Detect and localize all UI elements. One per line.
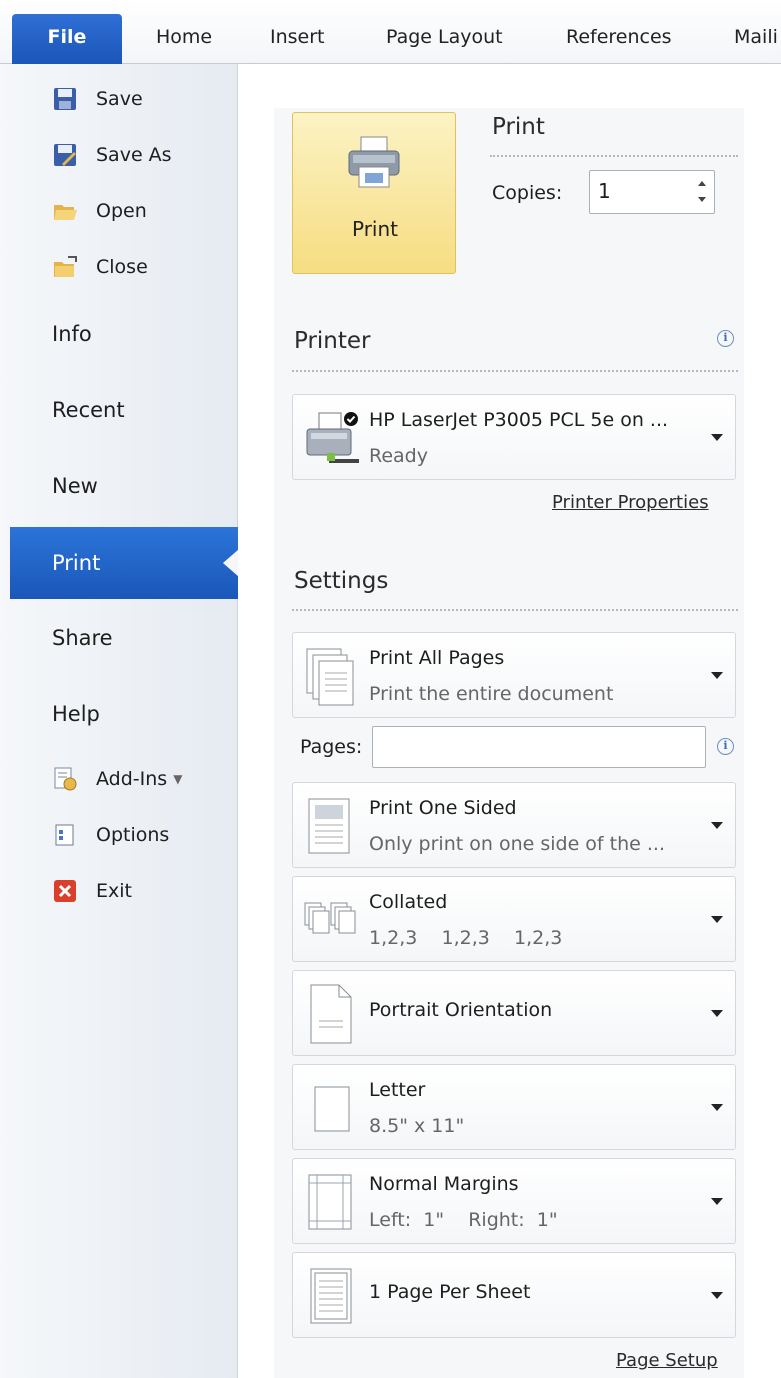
tab-file[interactable]: File <box>12 14 122 64</box>
copies-spinner[interactable]: 1 <box>589 170 715 214</box>
dropdown-arrow-icon <box>711 916 723 923</box>
nav-save-label: Save <box>96 88 143 110</box>
pages-label: Pages: <box>300 736 363 758</box>
dropdown-arrow-icon <box>711 1198 723 1205</box>
tab-references[interactable]: References <box>566 14 672 64</box>
print-button-label: Print <box>351 217 398 241</box>
print-range-subtitle: Print the entire document <box>369 683 614 705</box>
spin-down-icon[interactable] <box>698 197 706 202</box>
nav-save-as[interactable]: Save As <box>52 140 172 170</box>
printer-name: HP LaserJet P3005 PCL 5e on ... <box>369 409 669 431</box>
print-button[interactable]: Print <box>292 112 456 274</box>
nav-add-ins-label: Add-Ins <box>96 768 168 790</box>
dropdown-arrow-icon <box>711 434 723 441</box>
nav-close[interactable]: Close <box>52 252 148 282</box>
sides-dropdown[interactable]: Print One Sided Only print on one side o… <box>292 782 736 868</box>
open-folder-icon <box>52 198 78 224</box>
nav-close-label: Close <box>96 256 148 278</box>
collation-title: Collated <box>369 891 448 913</box>
spin-up-icon[interactable] <box>698 181 706 186</box>
nav-save-as-label: Save As <box>96 144 172 166</box>
pages-info-icon[interactable]: i <box>717 738 734 755</box>
divider <box>490 155 738 157</box>
add-ins-icon <box>52 766 78 792</box>
save-icon <box>52 86 78 112</box>
nav-info[interactable]: Info <box>52 322 92 346</box>
divider <box>292 370 738 372</box>
dropdown-arrow-icon <box>711 672 723 679</box>
margins-subtitle: Left: 1" Right: 1" <box>369 1209 558 1231</box>
nav-recent[interactable]: Recent <box>52 398 125 422</box>
collation-dropdown[interactable]: Collated 1,2,3 1,2,3 1,2,3 <box>292 876 736 962</box>
paper-size-icon <box>314 1086 350 1132</box>
backstage-nav: Save Save As Open Close Info Recent New … <box>0 64 239 1378</box>
settings-heading: Settings <box>294 568 389 594</box>
nav-print-label: Print <box>52 551 101 575</box>
tab-mailings[interactable]: Maili <box>734 14 778 64</box>
portrait-icon <box>310 984 352 1044</box>
pages-per-sheet-icon <box>310 1268 352 1324</box>
nav-exit[interactable]: Exit <box>52 876 132 906</box>
pages-per-sheet-title: 1 Page Per Sheet <box>369 1281 531 1303</box>
ribbon-tab-bar: File Home Insert Page Layout References … <box>0 0 781 64</box>
nav-print[interactable]: Print <box>10 527 239 599</box>
paper-size-title: Letter <box>369 1079 426 1101</box>
save-as-icon <box>52 142 78 168</box>
nav-options-label: Options <box>96 824 170 846</box>
page-setup-link[interactable]: Page Setup <box>616 1350 718 1371</box>
print-heading: Print <box>492 114 545 140</box>
printer-properties-link[interactable]: Printer Properties <box>552 492 709 513</box>
print-pane: Print Print Copies: 1 Printer i HP Laser… <box>238 64 781 1378</box>
orientation-dropdown[interactable]: Portrait Orientation <box>292 970 736 1056</box>
tab-home[interactable]: Home <box>156 14 212 64</box>
tab-insert[interactable]: Insert <box>270 14 325 64</box>
nav-open[interactable]: Open <box>52 196 147 226</box>
selected-notch <box>223 549 239 577</box>
printer-status: Ready <box>369 445 428 467</box>
dropdown-arrow-icon <box>711 822 723 829</box>
printer-heading: Printer <box>294 328 371 354</box>
divider <box>292 609 738 611</box>
paper-size-dropdown[interactable]: Letter 8.5" x 11" <box>292 1064 736 1150</box>
printer-device-icon <box>306 412 359 463</box>
orientation-title: Portrait Orientation <box>369 999 553 1021</box>
pages-input[interactable] <box>372 726 706 768</box>
dropdown-arrow-icon: ▼ <box>173 772 183 786</box>
copies-label: Copies: <box>492 182 563 204</box>
margins-title: Normal Margins <box>369 1173 519 1195</box>
options-icon <box>52 822 78 848</box>
all-pages-icon <box>306 648 354 706</box>
collated-icon <box>304 902 356 934</box>
dropdown-arrow-icon <box>711 1010 723 1017</box>
pages-per-sheet-dropdown[interactable]: 1 Page Per Sheet <box>292 1252 736 1338</box>
nav-save[interactable]: Save <box>52 84 143 114</box>
printer-icon <box>348 136 400 188</box>
tab-page-layout[interactable]: Page Layout <box>386 14 503 64</box>
paper-size-subtitle: 8.5" x 11" <box>369 1115 465 1137</box>
nav-exit-label: Exit <box>96 880 132 902</box>
print-range-dropdown[interactable]: Print All Pages Print the entire documen… <box>292 632 736 718</box>
one-sided-icon <box>308 798 350 854</box>
nav-options[interactable]: Options <box>52 820 169 850</box>
print-range-title: Print All Pages <box>369 647 505 669</box>
collation-subtitle: 1,2,3 1,2,3 1,2,3 <box>369 927 563 949</box>
nav-new[interactable]: New <box>52 474 98 498</box>
nav-open-label: Open <box>96 200 147 222</box>
copies-value: 1 <box>598 179 611 203</box>
close-folder-icon <box>52 254 78 280</box>
nav-help[interactable]: Help <box>52 702 100 726</box>
printer-info-icon[interactable]: i <box>717 330 734 347</box>
exit-icon <box>52 878 78 904</box>
margins-icon <box>308 1174 352 1230</box>
nav-share[interactable]: Share <box>52 626 113 650</box>
dropdown-arrow-icon <box>711 1292 723 1299</box>
dropdown-arrow-icon <box>711 1104 723 1111</box>
printer-dropdown[interactable]: HP LaserJet P3005 PCL 5e on ... Ready <box>292 394 736 480</box>
margins-dropdown[interactable]: Normal Margins Left: 1" Right: 1" <box>292 1158 736 1244</box>
sides-subtitle: Only print on one side of the ... <box>369 833 666 855</box>
nav-add-ins[interactable]: Add-Ins ▼ <box>52 764 182 794</box>
sides-title: Print One Sided <box>369 797 517 819</box>
